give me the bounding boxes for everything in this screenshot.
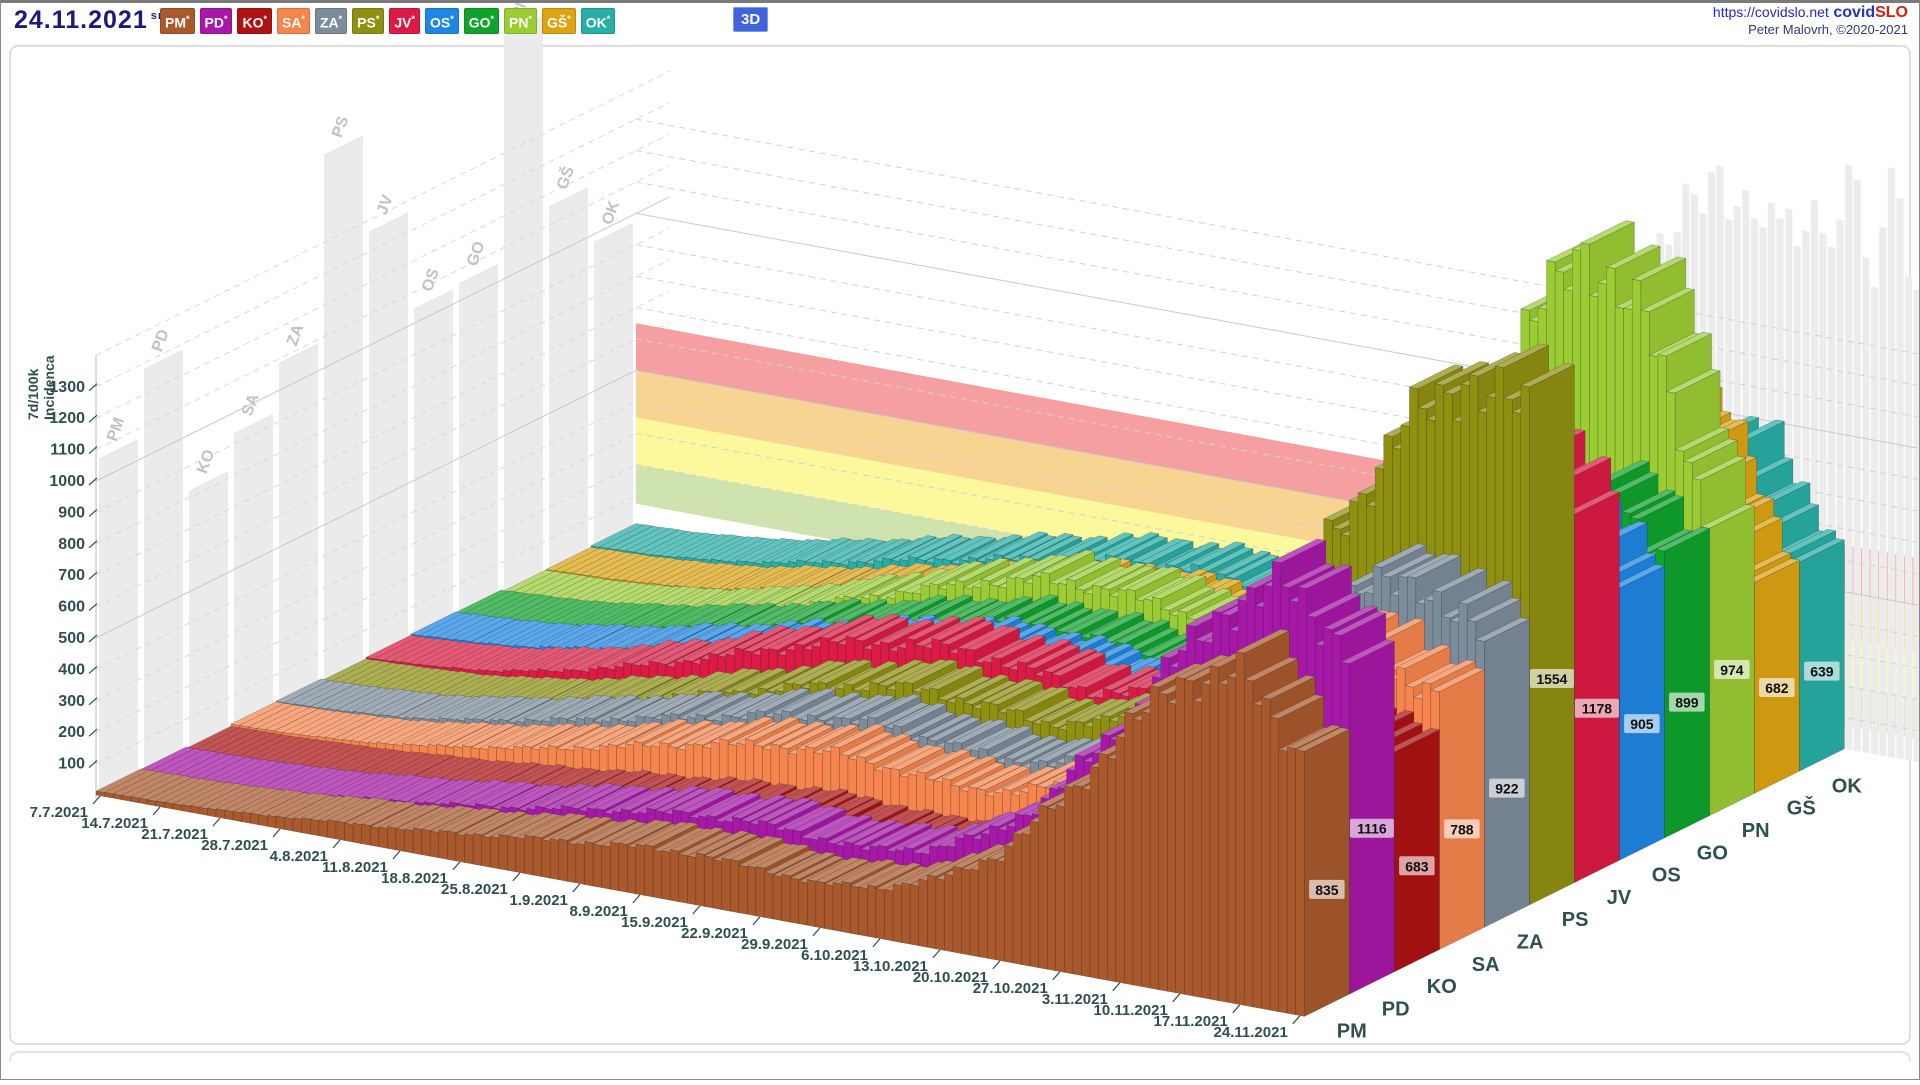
brand-logo: covidSLO — [1833, 4, 1908, 21]
brand-covid: covid — [1833, 4, 1875, 21]
brand-slo: SLO — [1875, 4, 1908, 21]
svg-text:400: 400 — [58, 661, 85, 678]
svg-text:1100: 1100 — [50, 442, 85, 459]
legend-button-PD[interactable]: PD* — [200, 8, 233, 34]
legend-button-GO[interactable]: GO* — [464, 8, 499, 34]
svg-text:100: 100 — [58, 756, 85, 773]
svg-text:900: 900 — [58, 504, 85, 521]
mode-3d-button[interactable]: 3D — [733, 7, 768, 32]
svg-text:7d/100k: 7d/100k — [25, 368, 41, 420]
svg-text:700: 700 — [58, 567, 85, 584]
legend-button-GS[interactable]: GŠ* — [542, 8, 576, 34]
svg-text:200: 200 — [58, 724, 85, 741]
svg-text:1000: 1000 — [49, 473, 85, 490]
header-bar: 24.11.2021sre PM*PD*KO*SA*ZA*PS*JV*OS*GO… — [0, 0, 1920, 46]
value-chip-PS: 1554 — [1530, 669, 1574, 688]
legend-button-SA[interactable]: SA* — [277, 8, 310, 34]
legend-button-PN[interactable]: PN* — [504, 8, 537, 34]
date-label: 24.11.2021 — [14, 6, 148, 34]
value-chip-OK: 639 — [1804, 662, 1840, 681]
value-chip-JV: 1178 — [1575, 699, 1619, 718]
current-date: 24.11.2021sre — [14, 6, 170, 35]
svg-text:Incidenca: Incidenca — [41, 355, 57, 420]
legend-button-PS[interactable]: PS* — [352, 8, 384, 34]
value-chip-OS: 905 — [1624, 714, 1660, 733]
svg-text:300: 300 — [58, 693, 85, 710]
value-chip-KO: 683 — [1399, 856, 1435, 875]
value-chip-SA: 788 — [1444, 819, 1480, 838]
legend-button-ZA[interactable]: ZA* — [315, 8, 347, 34]
svg-text:600: 600 — [58, 599, 85, 616]
value-chip-GS: 682 — [1759, 678, 1795, 697]
site-url-link[interactable]: https://covidslo.net — [1713, 4, 1829, 20]
incidence-3d-chart[interactable]: PMPDKOSAZAPSJVOSGOPNGŠOK1002003004005006… — [0, 0, 1920, 1080]
svg-text:800: 800 — [58, 536, 85, 553]
value-chip-GO: 899 — [1669, 693, 1705, 712]
value-chip-PD: 1116 — [1350, 819, 1394, 838]
legend-button-OS[interactable]: OS* — [425, 8, 459, 34]
value-chip-PN: 974 — [1714, 660, 1750, 679]
credit-text: Peter Malovrh, ©2020-2021 — [1713, 21, 1908, 38]
legend-button-KO[interactable]: KO* — [237, 8, 272, 34]
value-chip-ZA: 922 — [1489, 779, 1525, 798]
chart-canvas[interactable]: PMPDKOSAZAPSJVOSGOPNGŠOK1002003004005006… — [0, 0, 1920, 1080]
legend-button-JV[interactable]: JV* — [389, 8, 420, 34]
region-legend: PM*PD*KO*SA*ZA*PS*JV*OS*GO*PN*GŠ*OK* — [160, 8, 615, 34]
value-chip-PM: 835 — [1309, 880, 1345, 899]
site-info: https://covidslo.net covidSLO Peter Malo… — [1713, 4, 1908, 38]
legend-button-OK[interactable]: OK* — [581, 8, 616, 34]
legend-button-PM[interactable]: PM* — [160, 8, 195, 34]
svg-text:500: 500 — [58, 630, 85, 647]
